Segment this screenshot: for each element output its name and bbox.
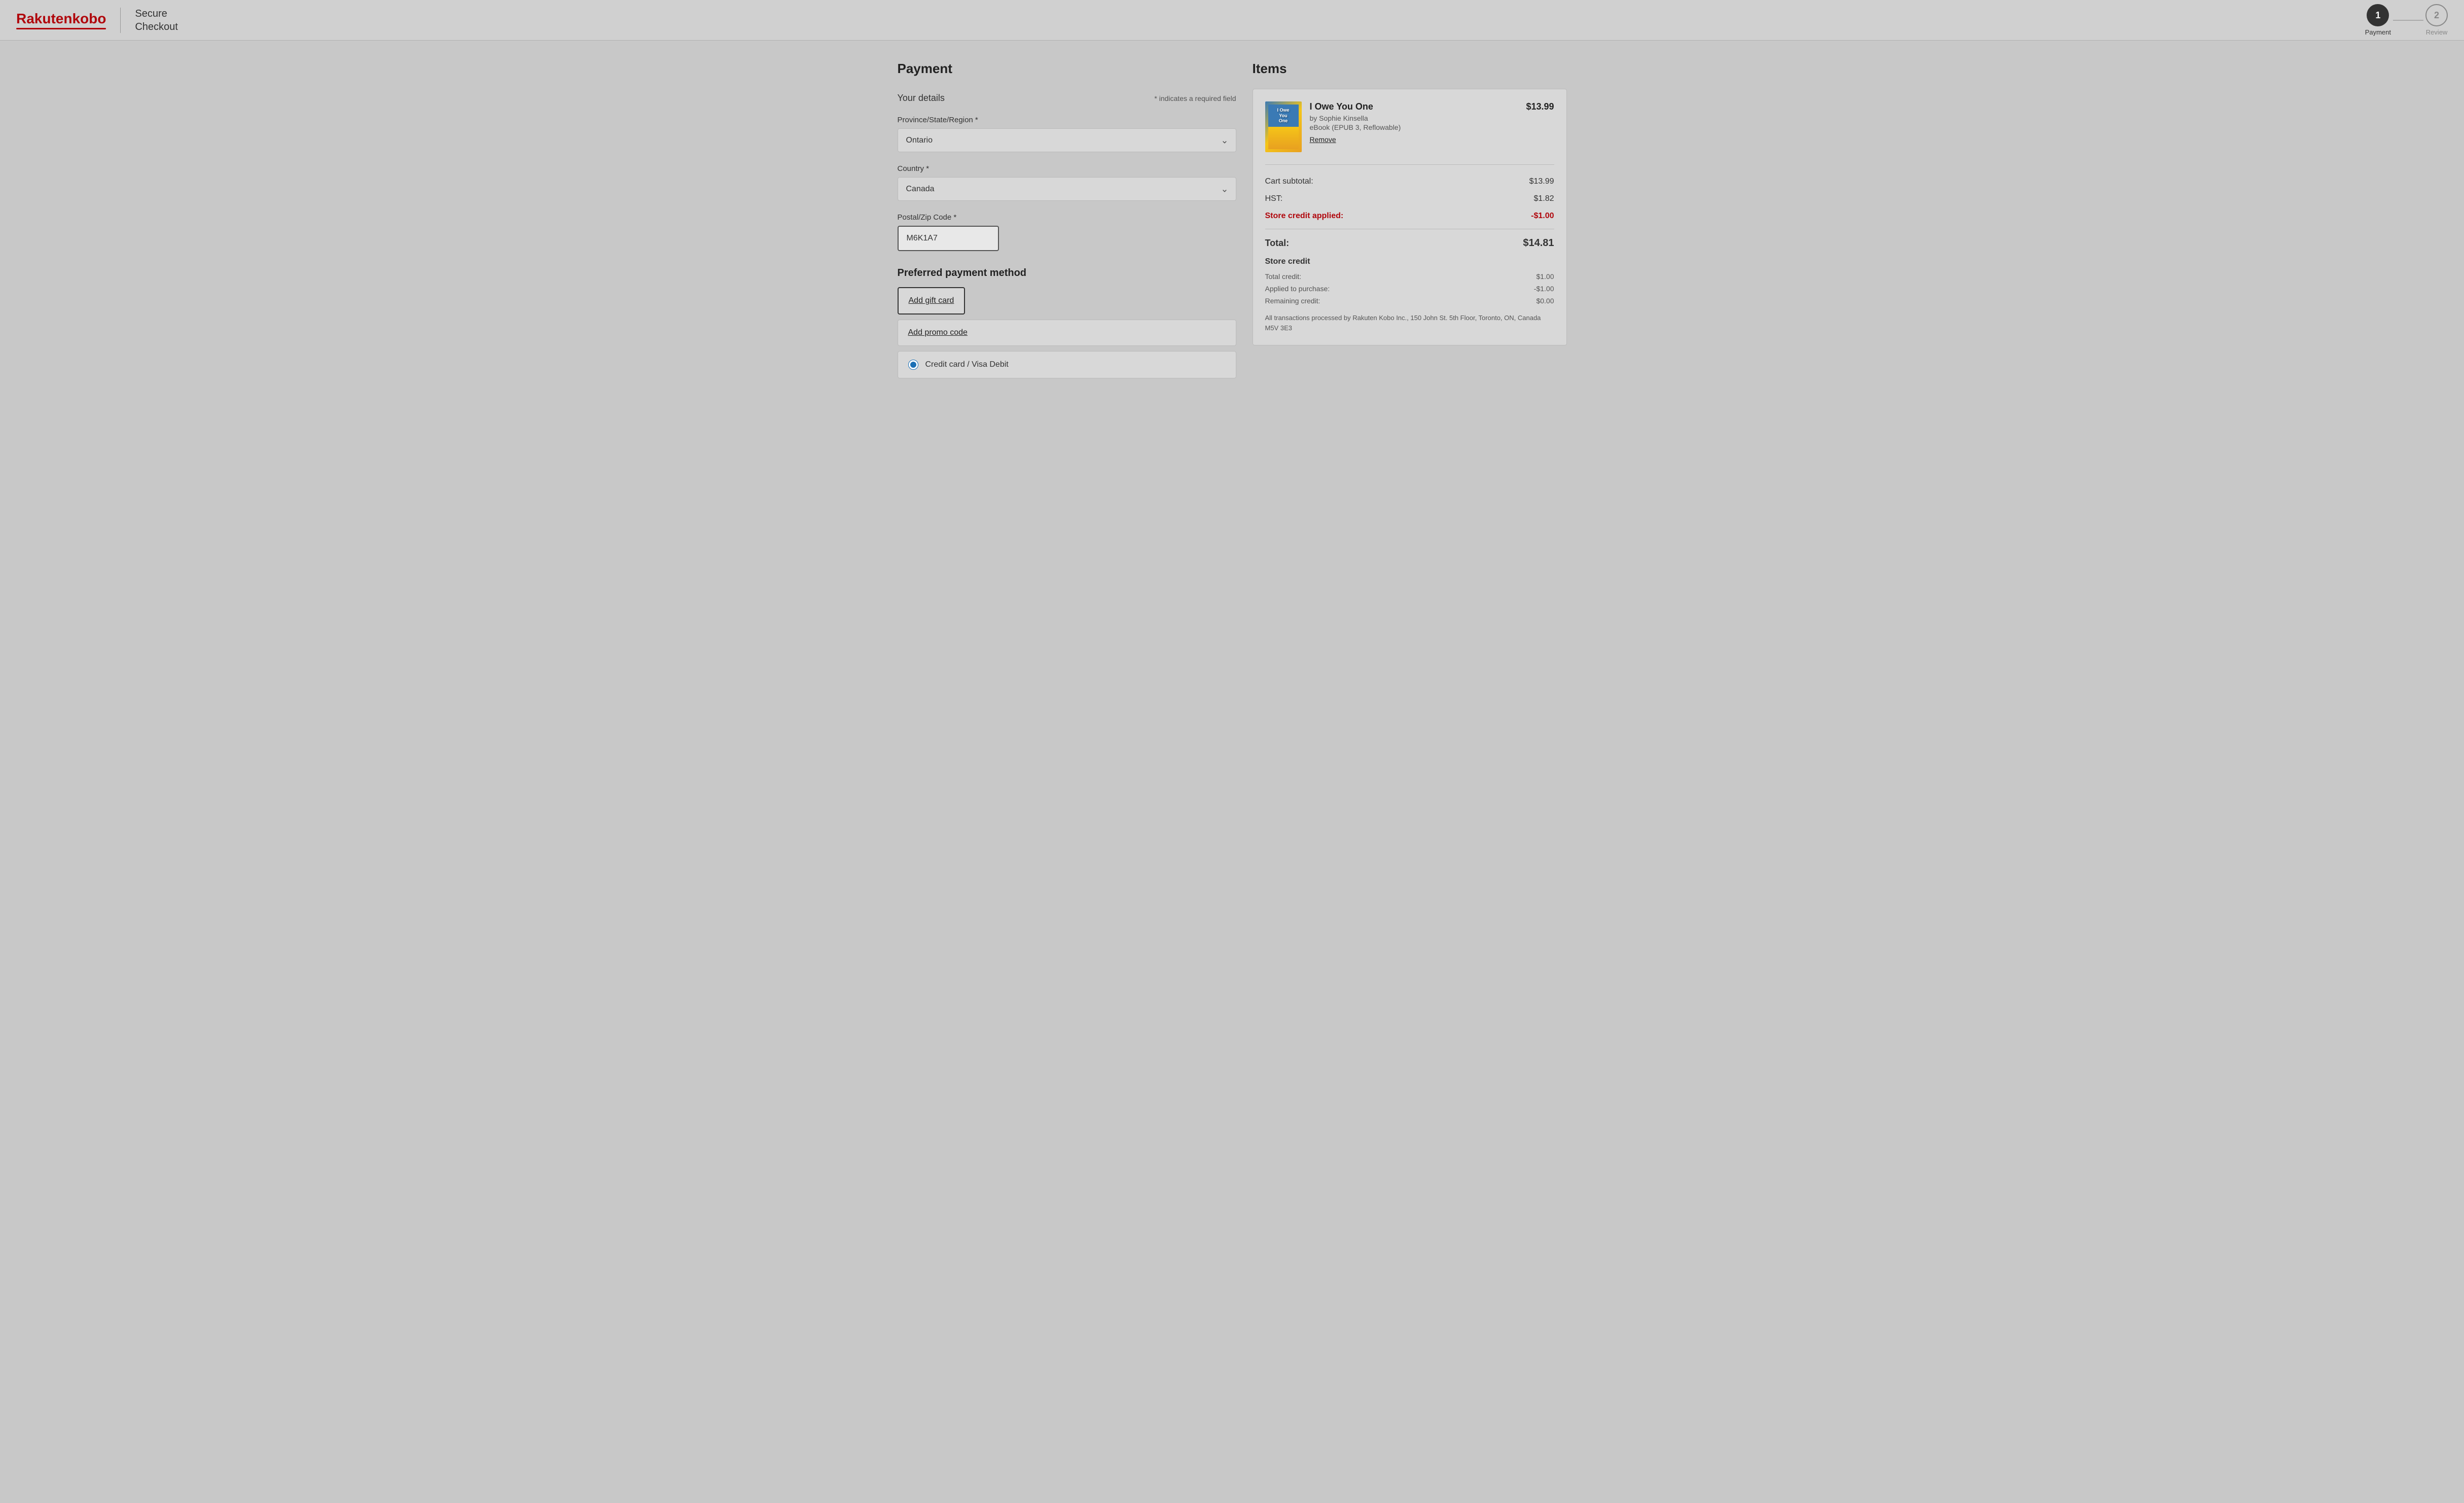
- country-label: Country *: [898, 164, 1236, 173]
- postal-label: Postal/Zip Code *: [898, 213, 1236, 222]
- step-1-label: Payment: [2365, 28, 2391, 36]
- required-note: * indicates a required field: [1154, 94, 1236, 102]
- hst-value: $1.82: [1533, 194, 1554, 203]
- add-promo-button[interactable]: Add promo code: [908, 328, 968, 337]
- province-label: Province/State/Region *: [898, 116, 1236, 124]
- checkout-title: Secure Checkout: [135, 7, 178, 33]
- total-row: Total: $14.81: [1265, 237, 1554, 249]
- items-title: Items: [1253, 61, 1567, 77]
- add-gift-card-button[interactable]: Add gift card: [909, 296, 954, 305]
- cart-subtotal-row: Cart subtotal: $13.99: [1265, 177, 1554, 186]
- footer-note: All transactions processed by Rakuten Ko…: [1265, 313, 1554, 333]
- credit-card-radio[interactable]: [908, 360, 918, 370]
- step-review: 2 Review: [2425, 4, 2448, 36]
- header-divider: [120, 8, 121, 33]
- logo-text: Rakutenkobo: [16, 11, 106, 26]
- total-credit-value: $1.00: [1536, 272, 1554, 281]
- your-details-title: Your details: [898, 93, 945, 103]
- total-value: $14.81: [1523, 237, 1554, 249]
- logo-underline: [16, 28, 106, 29]
- item-title: I Owe You One: [1310, 101, 1518, 112]
- item-price: $13.99: [1526, 101, 1554, 112]
- store-credit-applied-row: Store credit applied: -$1.00: [1265, 212, 1554, 221]
- credit-card-option[interactable]: Credit card / Visa Debit: [898, 351, 1236, 378]
- applied-row: Applied to purchase: -$1.00: [1265, 285, 1554, 293]
- total-label: Total:: [1265, 238, 1290, 249]
- credit-card-label: Credit card / Visa Debit: [925, 360, 1009, 369]
- remaining-row: Remaining credit: $0.00: [1265, 297, 1554, 305]
- province-field-group: Province/State/Region * Ontario Quebec B…: [898, 116, 1236, 152]
- items-box: I OweYouOne I Owe You One by Sophie Kins…: [1253, 89, 1567, 345]
- hst-row: HST: $1.82: [1265, 194, 1554, 203]
- store-credit-applied-value: -$1.00: [1531, 212, 1554, 221]
- header: Rakutenkobo Secure Checkout 1 Payment 2 …: [0, 0, 2464, 41]
- add-promo-box[interactable]: Add promo code: [898, 320, 1236, 346]
- step-2-circle: 2: [2425, 4, 2448, 26]
- main-content: Payment Your details * indicates a requi…: [877, 41, 1587, 400]
- logo-kobo: kobo: [72, 11, 106, 26]
- store-credit-section-title: Store credit: [1265, 257, 1554, 266]
- item-format: eBook (EPUB 3, Reflowable): [1310, 123, 1518, 131]
- book-cover: I OweYouOne: [1265, 101, 1302, 152]
- payment-method-section: Preferred payment method Add gift card A…: [898, 267, 1236, 378]
- total-credit-label: Total credit:: [1265, 272, 1302, 281]
- postal-field-group: Postal/Zip Code *: [898, 213, 1236, 251]
- province-select[interactable]: Ontario Quebec British Columbia Alberta …: [898, 129, 1236, 152]
- cart-subtotal-value: $13.99: [1529, 177, 1554, 186]
- remaining-label: Remaining credit:: [1265, 297, 1320, 305]
- postal-input[interactable]: [898, 226, 999, 251]
- applied-value: -$1.00: [1534, 285, 1554, 293]
- item-row: I OweYouOne I Owe You One by Sophie Kins…: [1265, 101, 1554, 165]
- cart-subtotal-label: Cart subtotal:: [1265, 177, 1313, 186]
- right-panel: Items I OweYouOne I Owe You One by Sophi…: [1253, 61, 1567, 379]
- add-gift-card-box[interactable]: Add gift card: [898, 287, 966, 314]
- payment-title: Payment: [898, 61, 1236, 77]
- country-select-wrapper[interactable]: Canada United States United Kingdom Aust…: [898, 177, 1236, 201]
- your-details-header: Your details * indicates a required fiel…: [898, 93, 1236, 103]
- checkout-steps: 1 Payment 2 Review: [2365, 4, 2448, 36]
- payment-method-title: Preferred payment method: [898, 267, 1236, 279]
- step-2-label: Review: [2426, 28, 2448, 36]
- store-credit-applied-label: Store credit applied:: [1265, 212, 1344, 221]
- hst-label: HST:: [1265, 194, 1283, 203]
- country-select[interactable]: Canada United States United Kingdom Aust…: [898, 178, 1236, 200]
- item-details: I Owe You One by Sophie Kinsella eBook (…: [1310, 101, 1518, 145]
- step-payment: 1 Payment: [2365, 4, 2391, 36]
- total-credit-row: Total credit: $1.00: [1265, 272, 1554, 281]
- remaining-value: $0.00: [1536, 297, 1554, 305]
- remove-button[interactable]: Remove: [1310, 135, 1336, 144]
- logo: Rakutenkobo: [16, 11, 106, 29]
- applied-label: Applied to purchase:: [1265, 285, 1330, 293]
- store-credit-section: Store credit Total credit: $1.00 Applied…: [1265, 257, 1554, 305]
- step-connector: [2393, 20, 2423, 21]
- step-1-circle: 1: [2367, 4, 2389, 26]
- country-field-group: Country * Canada United States United Ki…: [898, 164, 1236, 201]
- province-select-wrapper[interactable]: Ontario Quebec British Columbia Alberta …: [898, 128, 1236, 152]
- left-panel: Payment Your details * indicates a requi…: [898, 61, 1236, 379]
- logo-rakuten: Rakuten: [16, 11, 72, 26]
- item-author: by Sophie Kinsella: [1310, 114, 1518, 122]
